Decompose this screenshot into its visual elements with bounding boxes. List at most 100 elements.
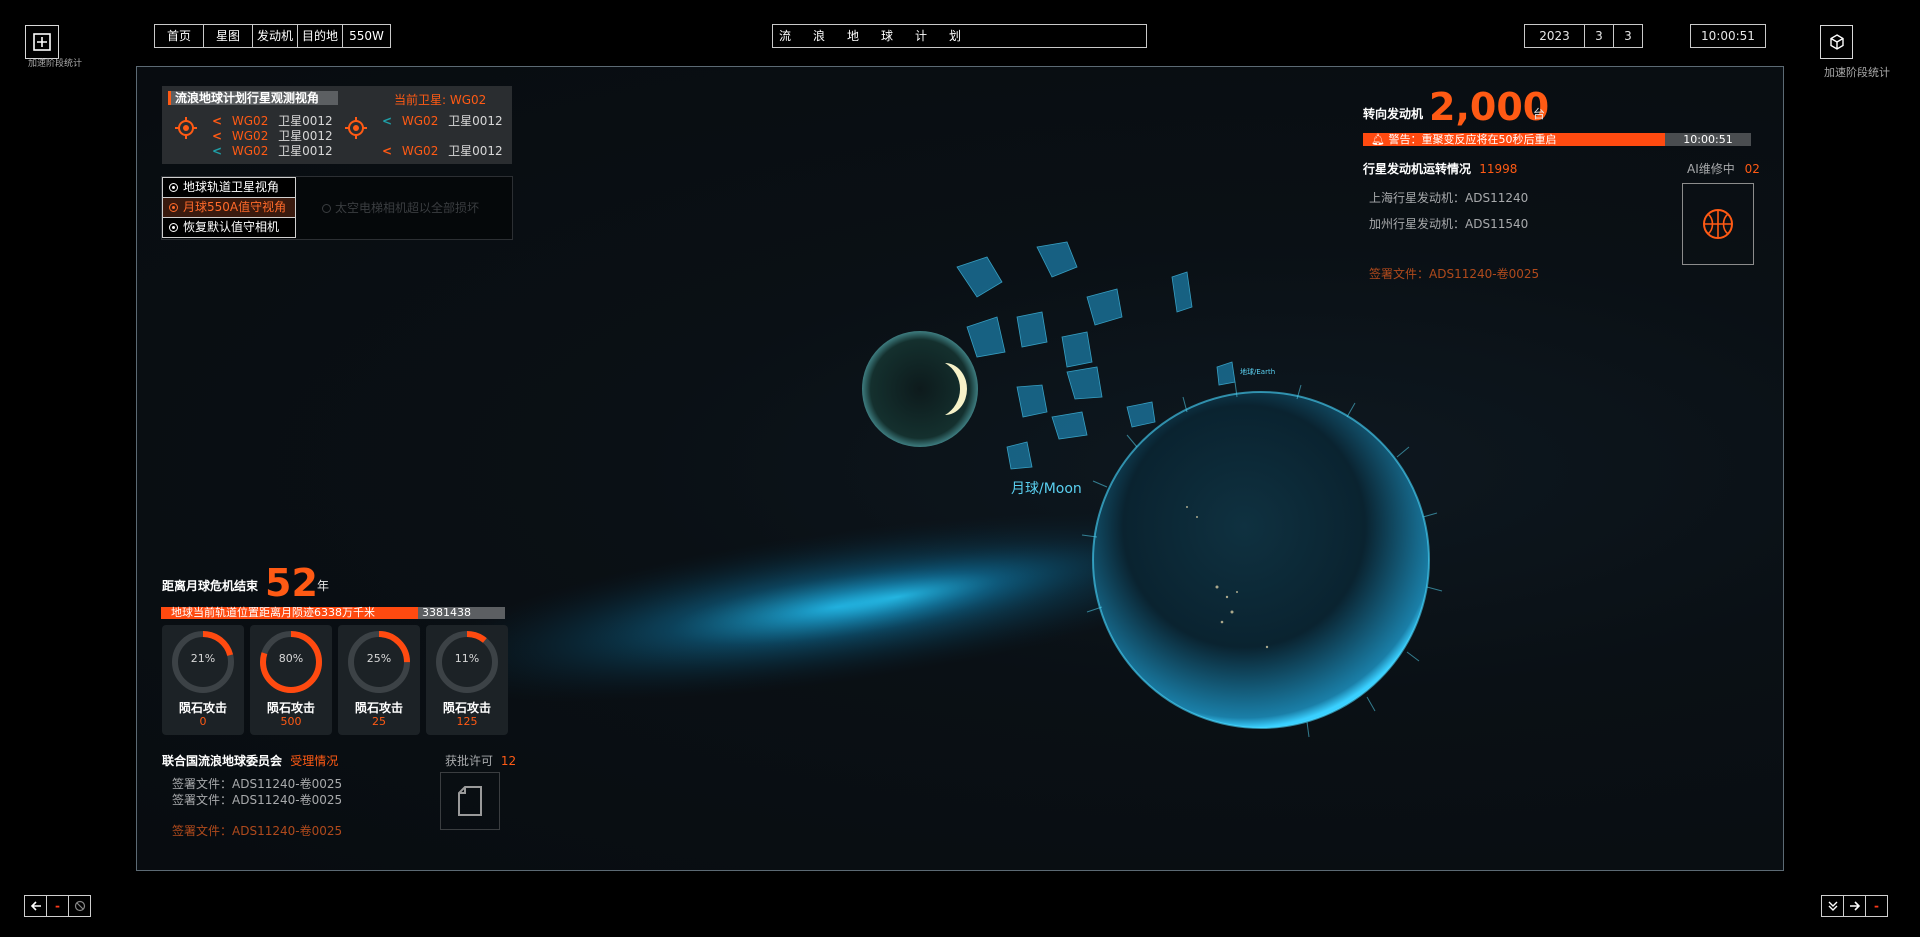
un-status: 受理情况 — [290, 754, 339, 768]
add-button[interactable] — [25, 25, 59, 59]
engine-count: 2,000 — [1429, 85, 1550, 129]
ai-repair-label: AI维修中 — [1687, 162, 1735, 176]
target-icon[interactable] — [174, 116, 198, 140]
current-satellite: 当前卫星: WG02 — [394, 91, 486, 108]
cube-button[interactable] — [1820, 25, 1853, 59]
minus-icon: - — [1874, 899, 1879, 913]
basketball-icon — [1703, 209, 1733, 239]
crisis-years: 52 — [265, 561, 318, 605]
forward-button[interactable] — [1843, 895, 1866, 917]
distance-bar: 地球当前轨道位置距离月陨迹6338万千米 — [161, 607, 418, 619]
basketball-button[interactable] — [1682, 183, 1754, 265]
approval-info: 获批许可 12 — [445, 752, 516, 769]
crisis-label: 距离月球危机结束 — [162, 579, 259, 593]
satellite-name: 卫星0012 — [448, 144, 503, 158]
gauge-percent: 11% — [454, 652, 480, 665]
distance-value: 3381438 — [418, 607, 505, 619]
satellite-code: WG02 — [401, 114, 439, 128]
gauge-value: 500 — [280, 715, 302, 728]
gauge-value: 125 — [456, 715, 478, 728]
satellite-item[interactable]: < WG02 卫星0012 — [212, 114, 333, 129]
tab-engine[interactable]: 发动机 — [252, 24, 299, 48]
date-display: 2023 3 3 — [1524, 24, 1643, 48]
ban-icon — [74, 900, 85, 912]
cube-icon — [1829, 34, 1844, 50]
corner-label-right: 加速阶段统计 — [1824, 66, 1890, 79]
camera-menu: 地球轨道卫星视角 月球550A值守视角 恢复默认值守相机 太空电梯相机超以全部损… — [161, 176, 513, 240]
earth-label: 地球/Earth — [1240, 368, 1276, 376]
camera-option-default[interactable]: 恢复默认值守相机 — [162, 217, 296, 238]
chevron-left-icon: < — [382, 144, 393, 158]
gauge-value: 0 — [199, 715, 207, 728]
minus-button[interactable]: - — [1865, 895, 1888, 917]
satellite-item[interactable]: < WG02 卫星0012 — [212, 144, 333, 159]
un-panel: 联合国流浪地球委员会 受理情况 — [162, 752, 338, 769]
date-year: 2023 — [1524, 24, 1585, 48]
target-dot-icon — [169, 223, 178, 232]
engine-label: 转向发动机 — [1363, 107, 1424, 121]
chevron-left-icon: < — [212, 144, 223, 158]
arrow-right-icon — [1849, 901, 1860, 911]
satellite-name: 卫星0012 — [278, 144, 333, 158]
target-dot-icon — [322, 204, 331, 213]
moon-label: 月球/Moon — [1011, 481, 1082, 497]
approval-label: 获批许可 — [445, 754, 494, 768]
satellite-code: WG02 — [231, 144, 269, 158]
gauge-percent: 25% — [366, 652, 392, 665]
gauge-card: 25% 陨石攻击 25 — [338, 625, 420, 735]
camera-hint-text: 太空电梯相机超以全部损坏 — [335, 201, 480, 215]
satellite-item[interactable]: < WG02 卫星0012 — [382, 144, 503, 159]
satellite-panel-title: 流浪地球计划行星观测视角 — [168, 91, 338, 105]
approval-value: 12 — [500, 754, 517, 768]
gauge-card: 80% 陨石攻击 500 — [250, 625, 332, 735]
disable-button[interactable] — [68, 895, 91, 917]
warning-time: 10:00:51 — [1665, 133, 1751, 146]
camera-option-moon-550a[interactable]: 月球550A值守视角 — [162, 197, 296, 218]
ai-repair-value: 02 — [1744, 162, 1760, 176]
camera-option-earth-orbit[interactable]: 地球轨道卫星视角 — [162, 177, 296, 198]
document-icon — [458, 786, 482, 816]
plus-square-icon — [33, 33, 51, 51]
chevron-left-icon: < — [212, 114, 223, 128]
gauge-percent: 21% — [190, 652, 216, 665]
bottom-left-controls: - — [24, 895, 91, 917]
date-month: 3 — [1584, 24, 1614, 48]
target-icon[interactable] — [344, 116, 368, 140]
tab-destination[interactable]: 目的地 — [297, 24, 344, 48]
satellite-code: WG02 — [401, 144, 439, 158]
chevron-left-icon: < — [382, 114, 393, 128]
gauge-card: 21% 陨石攻击 0 — [162, 625, 244, 735]
document-button[interactable] — [440, 772, 500, 830]
signed-doc: 签署文件：ADS11240-卷0025 — [1369, 267, 1540, 281]
nav-tabs: 首页 星图 发动机 目的地 550W — [154, 24, 391, 48]
clock: 10:00:51 — [1690, 24, 1766, 48]
current-satellite-label: 当前卫星: — [394, 93, 447, 107]
collapse-button[interactable] — [1821, 895, 1844, 917]
tab-550w[interactable]: 550W — [342, 24, 391, 48]
back-button[interactable] — [24, 895, 47, 917]
warning-text: 警告：重聚变反应将在50秒后重启 — [1388, 133, 1557, 146]
gauge-label: 陨石攻击 — [354, 701, 403, 715]
tab-star-map[interactable]: 星图 — [203, 24, 254, 48]
minus-button[interactable]: - — [46, 895, 69, 917]
ai-repair-status: AI维修中 02 — [1687, 160, 1760, 177]
engine-status-value: 11998 — [1479, 162, 1518, 176]
gauge-label: 陨石攻击 — [442, 701, 491, 715]
tab-home[interactable]: 首页 — [154, 24, 205, 48]
chevrons-down-icon — [1828, 901, 1837, 911]
gauge-percent: 80% — [278, 652, 304, 665]
satellite-panel: 流浪地球计划行星观测视角 当前卫星: WG02 < WG02 卫星0012 < … — [162, 86, 512, 164]
satellite-item[interactable]: < WG02 卫星0012 — [212, 129, 333, 144]
warning-bar: 🔔︎ 警告：重聚变反应将在50秒后重启 — [1363, 133, 1665, 146]
satellite-item[interactable]: < WG02 卫星0012 — [382, 114, 503, 129]
page-title: 流浪地球计划 — [772, 24, 1147, 48]
crisis-unit: 年 — [317, 579, 330, 593]
gauge-label: 陨石攻击 — [178, 701, 227, 715]
camera-hint: 太空电梯相机超以全部损坏 — [322, 199, 479, 216]
arrow-left-icon — [30, 901, 41, 911]
satellite-name: 卫星0012 — [448, 114, 503, 128]
engine-unit: 台 — [1533, 107, 1546, 121]
corner-label-left: 加速阶段统计 — [28, 59, 83, 69]
engine-item: 上海行星发动机：ADS11240 — [1369, 191, 1529, 205]
satellite-code: WG02 — [231, 129, 269, 143]
